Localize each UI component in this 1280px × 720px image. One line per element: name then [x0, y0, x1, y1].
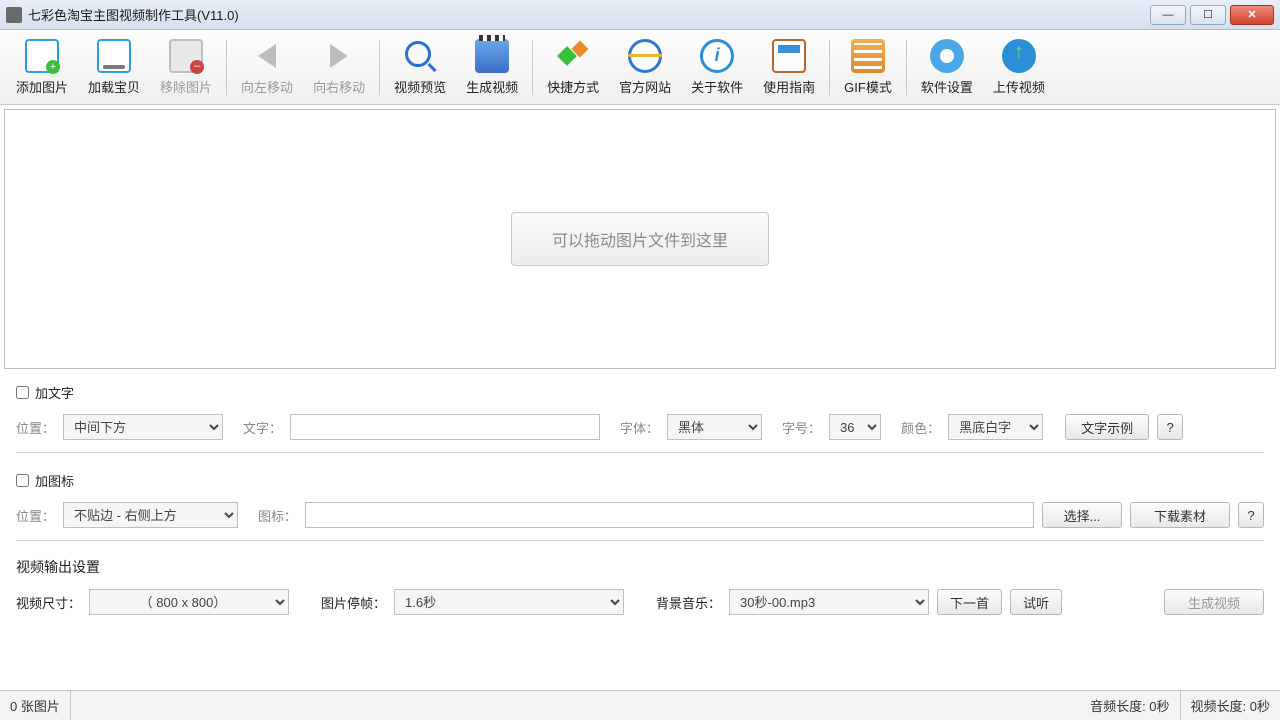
- add-text-label: 加文字: [35, 383, 74, 402]
- icon-position-label: 位置：: [16, 506, 55, 525]
- clapper-icon: [474, 38, 510, 74]
- settings-button[interactable]: 软件设置: [911, 32, 983, 102]
- status-image-count: 0 张图片: [0, 691, 71, 720]
- icon-path-label: 图标：: [258, 506, 297, 525]
- title-bar: 七彩色淘宝主图视频制作工具(V11.0) — ☐ ✕: [0, 0, 1280, 30]
- image-drop-area[interactable]: 可以拖动图片文件到这里: [4, 109, 1276, 369]
- close-button[interactable]: ✕: [1230, 5, 1274, 25]
- output-section-title: 视频输出设置: [0, 549, 1280, 579]
- status-bar: 0 张图片 音频长度: 0秒 视频长度: 0秒: [0, 690, 1280, 720]
- window-buttons: — ☐ ✕: [1150, 5, 1274, 25]
- download-assets-button[interactable]: 下载素材: [1130, 502, 1230, 528]
- text-content-input[interactable]: [290, 414, 600, 440]
- guide-button[interactable]: 使用指南: [753, 32, 825, 102]
- text-content-label: 文字：: [243, 418, 282, 437]
- color-label: 颜色：: [901, 418, 940, 437]
- video-size-select[interactable]: （ 800 x 800）: [89, 589, 289, 615]
- icon-path-input[interactable]: [305, 502, 1034, 528]
- text-position-select[interactable]: 中间下方: [63, 414, 223, 440]
- move-right-button: 向右移动: [303, 32, 375, 102]
- size-select[interactable]: 36: [829, 414, 881, 440]
- film-icon: [850, 38, 886, 74]
- icon-position-select[interactable]: 不贴边 - 右侧上方: [63, 502, 238, 528]
- font-label: 字体：: [620, 418, 659, 437]
- bg-music-label: 背景音乐：: [656, 593, 721, 612]
- minimize-button[interactable]: —: [1150, 5, 1186, 25]
- magnify-icon: [402, 38, 438, 74]
- upload-video-button[interactable]: 上传视频: [983, 32, 1055, 102]
- arrow-right-icon: [321, 38, 357, 74]
- generate-video-button-bottom[interactable]: 生成视频: [1164, 589, 1264, 615]
- color-select[interactable]: 黑底白字: [948, 414, 1043, 440]
- preview-audio-button[interactable]: 试听: [1010, 589, 1062, 615]
- add-image-icon: [24, 38, 60, 74]
- toolbar: 添加图片 加载宝贝 移除图片 向左移动 向右移动 视频预览 生成视频 快捷方式 …: [0, 30, 1280, 105]
- move-left-button: 向左移动: [231, 32, 303, 102]
- toolbar-separator: [532, 40, 533, 95]
- frame-delay-select[interactable]: 1.6秒: [394, 589, 624, 615]
- add-icon-label: 加图标: [35, 471, 74, 490]
- toolbar-separator: [829, 40, 830, 95]
- guide-icon: [771, 38, 807, 74]
- status-audio-length: 音频长度: 0秒: [1080, 691, 1180, 720]
- text-help-button[interactable]: ?: [1157, 414, 1183, 440]
- text-position-label: 位置：: [16, 418, 55, 437]
- size-label: 字号：: [782, 418, 821, 437]
- about-button[interactable]: 关于软件: [681, 32, 753, 102]
- frame-delay-label: 图片停帧：: [321, 593, 386, 612]
- preview-video-button[interactable]: 视频预览: [384, 32, 456, 102]
- gif-mode-button[interactable]: GIF模式: [834, 32, 902, 102]
- next-track-button[interactable]: 下一首: [937, 589, 1002, 615]
- load-item-icon: [96, 38, 132, 74]
- maximize-button[interactable]: ☐: [1190, 5, 1226, 25]
- app-icon: [6, 7, 22, 23]
- official-site-button[interactable]: 官方网站: [609, 32, 681, 102]
- browser-icon: [627, 38, 663, 74]
- toolbar-separator: [226, 40, 227, 95]
- status-video-length: 视频长度: 0秒: [1181, 691, 1280, 720]
- gear-icon: [929, 38, 965, 74]
- text-sample-button[interactable]: 文字示例: [1065, 414, 1149, 440]
- generate-video-button[interactable]: 生成视频: [456, 32, 528, 102]
- add-image-button[interactable]: 添加图片: [6, 32, 78, 102]
- shortcut-button[interactable]: 快捷方式: [537, 32, 609, 102]
- font-select[interactable]: 黑体: [667, 414, 762, 440]
- output-panel: 视频尺寸： （ 800 x 800） 图片停帧： 1.6秒 背景音乐： 30秒-…: [0, 579, 1280, 619]
- remove-image-button: 移除图片: [150, 32, 222, 102]
- toolbar-separator: [379, 40, 380, 95]
- add-text-checkbox[interactable]: [16, 386, 29, 399]
- video-size-label: 视频尺寸：: [16, 593, 81, 612]
- divider: [16, 452, 1264, 453]
- icon-panel: 加图标 位置： 不贴边 - 右侧上方 图标： 选择... 下载素材 ?: [0, 461, 1280, 532]
- info-icon: [699, 38, 735, 74]
- window-title: 七彩色淘宝主图视频制作工具(V11.0): [28, 5, 1150, 24]
- cubes-icon: [555, 38, 591, 74]
- bg-music-select[interactable]: 30秒-00.mp3: [729, 589, 929, 615]
- remove-image-icon: [168, 38, 204, 74]
- load-item-button[interactable]: 加载宝贝: [78, 32, 150, 102]
- choose-icon-button[interactable]: 选择...: [1042, 502, 1122, 528]
- upload-icon: [1001, 38, 1037, 74]
- drop-hint: 可以拖动图片文件到这里: [511, 212, 769, 266]
- arrow-left-icon: [249, 38, 285, 74]
- divider: [16, 540, 1264, 541]
- icon-help-button[interactable]: ?: [1238, 502, 1264, 528]
- text-panel: 加文字 位置： 中间下方 文字： 字体： 黑体 字号： 36 颜色： 黑底白字 …: [0, 373, 1280, 444]
- add-icon-checkbox[interactable]: [16, 474, 29, 487]
- toolbar-separator: [906, 40, 907, 95]
